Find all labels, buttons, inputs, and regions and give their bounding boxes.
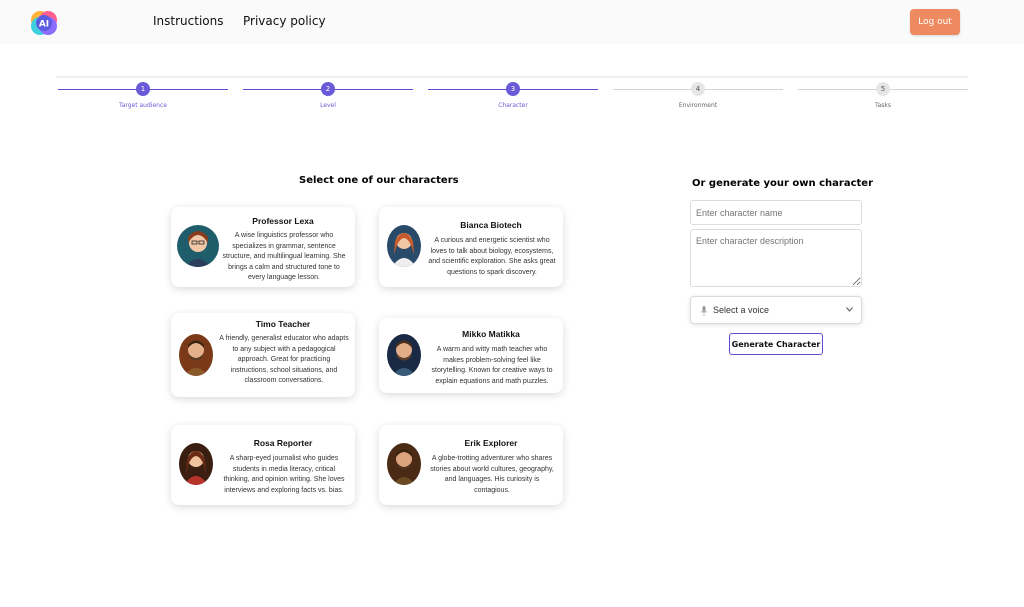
character-description: A wise linguistics professor who special… bbox=[222, 232, 346, 281]
character-card-erik-explorer[interactable]: Erik Explorer A globe-trotting adventure… bbox=[379, 425, 563, 505]
step-character[interactable]: 3 Character bbox=[428, 82, 598, 112]
top-header: AI Instructions Privacy policy Log out bbox=[0, 0, 1024, 44]
step-number: 1 bbox=[136, 82, 150, 96]
characters-title: Select one of our characters bbox=[299, 175, 459, 186]
step-number: 4 bbox=[691, 82, 705, 96]
avatar-bianca-biotech bbox=[387, 225, 421, 267]
step-tasks[interactable]: 5 Tasks bbox=[798, 82, 968, 112]
character-description: A globe-trotting adventurer who shares s… bbox=[430, 455, 554, 494]
character-card-timo-teacher[interactable]: Timo Teacher A friendly, generalist educ… bbox=[171, 313, 355, 397]
generate-character-button[interactable]: Generate Character bbox=[729, 333, 823, 355]
avatar-timo-teacher bbox=[179, 334, 213, 376]
logout-button[interactable]: Log out bbox=[910, 9, 960, 35]
stepper-track bbox=[56, 76, 968, 78]
character-name-input[interactable] bbox=[690, 200, 862, 225]
character-name: Timo Teacher bbox=[255, 319, 311, 329]
character-description: A sharp-eyed journalist who guides stude… bbox=[223, 455, 345, 494]
step-label: Environment bbox=[678, 102, 718, 109]
avatar-professor-lexa bbox=[177, 225, 219, 267]
nav-privacy-policy[interactable]: Privacy policy bbox=[243, 14, 326, 28]
character-description: A curious and energetic scientist who lo… bbox=[428, 237, 556, 276]
step-level[interactable]: 2 Level bbox=[243, 82, 413, 112]
step-target-audience[interactable]: 1 Target audience bbox=[58, 82, 228, 112]
avatar-mikko-matikka bbox=[387, 334, 421, 376]
character-name: Erik Explorer bbox=[464, 438, 518, 448]
character-card-rosa-reporter[interactable]: Rosa Reporter A sharp-eyed journalist wh… bbox=[171, 425, 355, 505]
logo-text: AI bbox=[39, 20, 49, 30]
chevron-down-icon bbox=[846, 307, 853, 312]
step-label: Tasks bbox=[874, 102, 892, 109]
character-name: Bianca Biotech bbox=[460, 220, 522, 230]
voice-select-label: Select a voice bbox=[713, 305, 770, 315]
character-description-input[interactable] bbox=[690, 229, 862, 287]
character-card-professor-lexa[interactable]: Professor Lexa A wise linguistics profes… bbox=[171, 207, 355, 287]
step-label: Target audience bbox=[119, 102, 167, 109]
avatar-erik-explorer bbox=[387, 443, 421, 485]
character-name: Rosa Reporter bbox=[253, 438, 313, 448]
generate-title: Or generate your own character bbox=[692, 178, 874, 189]
character-description: A friendly, generalist educator who adap… bbox=[219, 335, 349, 384]
microphone-icon bbox=[701, 306, 707, 316]
step-environment[interactable]: 4 Environment bbox=[613, 82, 783, 112]
ai-logo-icon[interactable]: AI bbox=[30, 9, 58, 37]
step-number: 5 bbox=[876, 82, 890, 96]
step-label: Level bbox=[320, 102, 336, 109]
step-label: Character bbox=[498, 102, 528, 109]
character-name: Mikko Matikka bbox=[462, 329, 520, 339]
avatar-rosa-reporter bbox=[179, 443, 213, 485]
character-card-mikko-matikka[interactable]: Mikko Matikka A warm and witty math teac… bbox=[379, 318, 563, 393]
step-number: 3 bbox=[506, 82, 520, 96]
voice-select[interactable]: Select a voice bbox=[690, 296, 862, 324]
nav-instructions[interactable]: Instructions bbox=[153, 14, 223, 28]
character-description: A warm and witty math teacher who makes … bbox=[431, 346, 553, 385]
step-number: 2 bbox=[321, 82, 335, 96]
character-card-bianca-biotech[interactable]: Bianca Biotech A curious and energetic s… bbox=[379, 207, 563, 287]
character-name: Professor Lexa bbox=[252, 216, 314, 226]
